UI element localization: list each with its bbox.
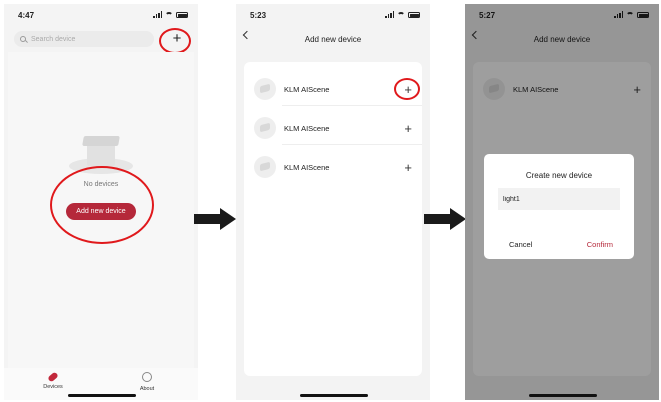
device-name-input[interactable] xyxy=(498,188,620,210)
status-time: 5:23 xyxy=(250,11,267,20)
search-input[interactable]: Search device xyxy=(14,31,154,47)
device-name: KLM AIScene xyxy=(284,162,330,172)
list-item[interactable]: KLM AIScene + xyxy=(244,72,422,106)
signal-icon xyxy=(385,11,394,18)
add-icon[interactable]: + xyxy=(404,161,412,174)
status-bar: 5:23 xyxy=(236,4,430,24)
pill-icon xyxy=(47,371,59,383)
status-time: 4:47 xyxy=(18,11,35,20)
device-name: KLM AIScene xyxy=(284,84,330,94)
wifi-icon xyxy=(165,12,173,18)
status-icons xyxy=(153,11,188,18)
arrow-right-icon xyxy=(424,208,468,230)
screen-add-device-list: 5:23 Add new device KLM AIScene + KLM AI… xyxy=(236,4,430,400)
device-thumbnail-icon xyxy=(254,78,276,100)
tab-devices[interactable]: Devices xyxy=(28,371,78,390)
info-gear-icon xyxy=(142,372,152,382)
search-icon xyxy=(20,36,26,42)
home-indicator xyxy=(68,394,136,397)
dialog-title: Create new device xyxy=(525,171,593,180)
wifi-icon xyxy=(397,12,405,18)
screen-devices: 4:47 Search device + No devices Add new … xyxy=(4,4,198,400)
battery-icon xyxy=(176,12,188,18)
tab-about-label: About xyxy=(139,386,155,392)
highlight-circle xyxy=(50,166,154,244)
device-thumbnail-icon xyxy=(254,117,276,139)
divider xyxy=(282,105,422,106)
empty-box-icon xyxy=(69,134,133,174)
device-list: KLM AIScene + KLM AIScene + KLM AIScene … xyxy=(244,62,422,376)
tab-devices-label: Devices xyxy=(43,384,63,390)
home-indicator xyxy=(529,394,597,397)
tab-about[interactable]: About xyxy=(122,372,172,392)
search-placeholder: Search device xyxy=(31,35,76,43)
highlight-circle xyxy=(159,28,191,54)
list-item[interactable]: KLM AIScene + xyxy=(244,150,422,184)
device-thumbnail-icon xyxy=(254,156,276,178)
create-device-dialog: Create new device Cancel Confirm xyxy=(484,154,634,259)
screen-create-device-dialog: 5:27 Add new device KLM AIScene + Create… xyxy=(465,4,659,400)
signal-icon xyxy=(153,11,162,18)
confirm-button[interactable]: Confirm xyxy=(587,240,613,249)
cancel-button[interactable]: Cancel xyxy=(509,240,532,249)
divider xyxy=(282,144,422,145)
device-name: KLM AIScene xyxy=(284,123,330,133)
status-icons xyxy=(385,11,420,18)
list-item[interactable]: KLM AIScene + xyxy=(244,111,422,145)
battery-icon xyxy=(408,12,420,18)
page-title: Add new device xyxy=(304,35,362,44)
status-bar: 4:47 xyxy=(4,4,198,24)
highlight-circle xyxy=(394,78,420,100)
arrow-right-icon xyxy=(194,208,238,230)
home-indicator xyxy=(300,394,368,397)
add-icon[interactable]: + xyxy=(404,122,412,135)
